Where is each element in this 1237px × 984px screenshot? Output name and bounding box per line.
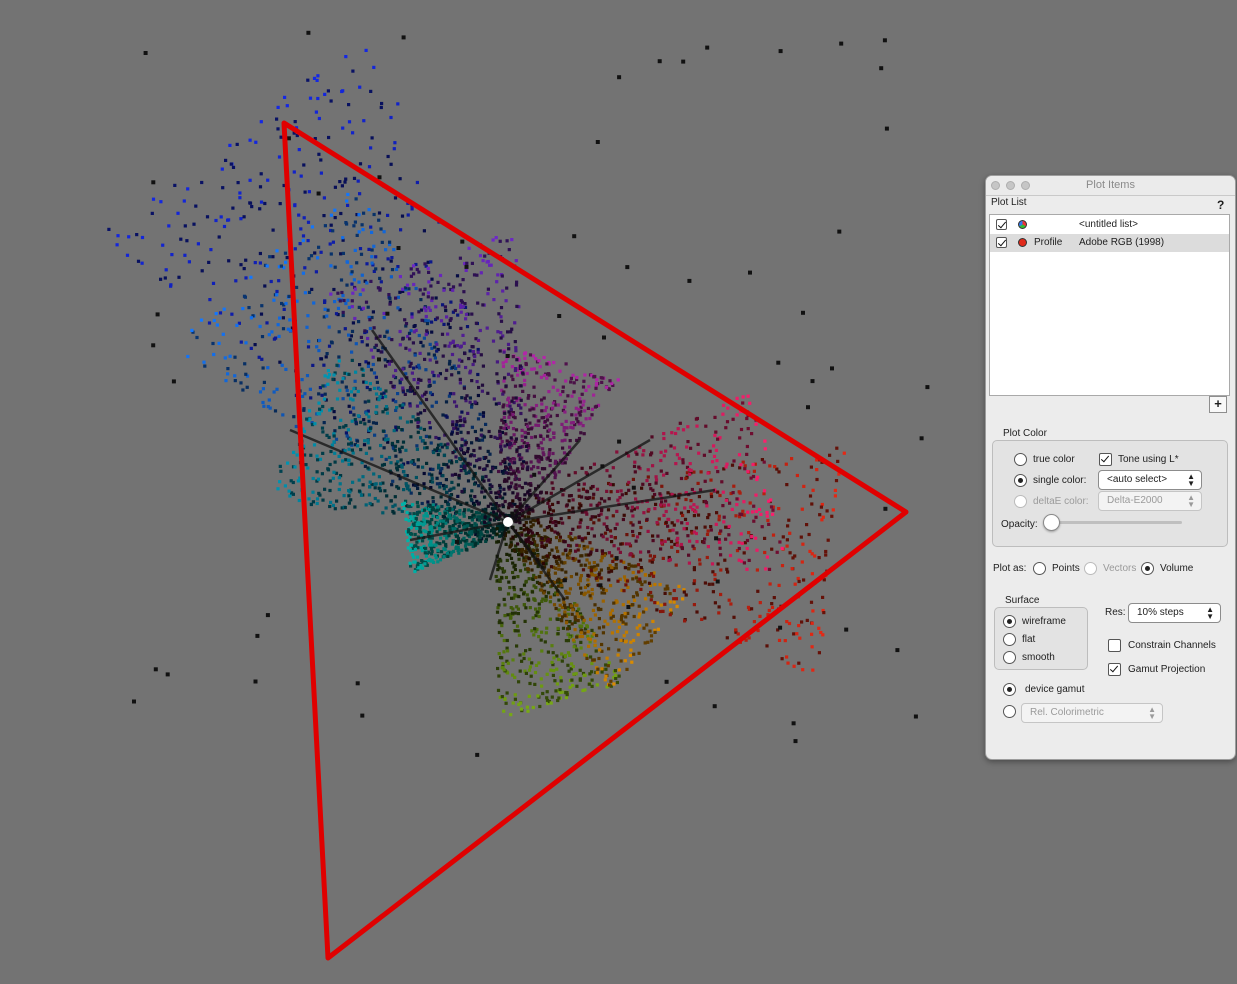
true-color-radio[interactable]: [1014, 453, 1027, 466]
deltae-color-select[interactable]: Delta-E2000 ▲ ▼: [1098, 491, 1202, 511]
help-button[interactable]: ?: [1217, 198, 1224, 212]
res-label: Res:: [1105, 607, 1126, 618]
title-bar[interactable]: Plot Items: [986, 176, 1235, 196]
chevron-updown-icon: ▲ ▼: [1187, 472, 1195, 488]
rendering-intent-select[interactable]: Rel. Colorimetric ▲ ▼: [1021, 703, 1163, 723]
gamut-projection-checkbox[interactable]: [1108, 663, 1121, 676]
deltae-color-radio[interactable]: [1014, 495, 1027, 508]
plot-items-panel: Plot Items Plot List ? <untitled list> P…: [985, 175, 1236, 760]
chevron-updown-icon: ▲ ▼: [1187, 493, 1195, 509]
gamut-plot-view[interactable]: [0, 0, 985, 984]
red-swatch-icon: [1018, 238, 1027, 247]
rendering-intent-select-value: Rel. Colorimetric: [1030, 707, 1104, 718]
constrain-channels-checkbox[interactable]: [1108, 639, 1121, 652]
deltae-color-label: deltaE color:: [1033, 496, 1089, 507]
gamut-outline: [281, 120, 909, 961]
surface-flat-label: flat: [1022, 634, 1036, 645]
opacity-label: Opacity:: [1001, 519, 1038, 530]
chevron-updown-icon: ▲ ▼: [1206, 605, 1214, 621]
surface-flat-radio[interactable]: [1003, 633, 1016, 646]
single-color-select[interactable]: <auto select> ▲ ▼: [1098, 470, 1202, 490]
plot-as-vectors-label: Vectors: [1103, 563, 1137, 574]
surface-wireframe-label: wireframe: [1022, 616, 1066, 627]
gamut-projection-label: Gamut Projection: [1128, 664, 1206, 675]
res-select-value: 10% steps: [1137, 607, 1184, 618]
single-color-label: single color:: [1033, 475, 1087, 486]
opacity-slider-track[interactable]: [1048, 521, 1182, 524]
plot-as-vectors-radio[interactable]: [1084, 562, 1097, 575]
add-plot-item-button[interactable]: +: [1209, 396, 1227, 413]
surface-smooth-radio[interactable]: [1003, 651, 1016, 664]
constrain-channels-label: Constrain Channels: [1128, 640, 1216, 651]
true-color-label: true color: [1033, 454, 1075, 465]
tone-using-l-checkbox[interactable]: [1099, 453, 1112, 466]
white-point-marker: [503, 517, 513, 527]
res-select[interactable]: 10% steps ▲ ▼: [1128, 603, 1221, 623]
device-gamut-radio[interactable]: [1003, 683, 1016, 696]
plot-as-points-radio[interactable]: [1033, 562, 1046, 575]
multicolor-swatch-icon: [1018, 220, 1027, 229]
list-item-type: Profile: [1034, 237, 1063, 248]
plot-as-points-label: Points: [1052, 563, 1080, 574]
list-item-checkbox[interactable]: [996, 237, 1007, 248]
single-color-select-value: <auto select>: [1107, 474, 1168, 485]
rendering-intent-radio[interactable]: [1003, 705, 1016, 718]
list-item[interactable]: Profile Adobe RGB (1998): [990, 234, 1229, 252]
window-title: Plot Items: [1086, 179, 1135, 191]
list-item-name: <untitled list>: [1079, 219, 1138, 230]
plot-color-heading: Plot Color: [1003, 428, 1047, 439]
tone-using-l-label: Tone using L*: [1118, 454, 1179, 465]
list-item-checkbox[interactable]: [996, 219, 1007, 230]
surface-wireframe-radio[interactable]: [1003, 615, 1016, 628]
surface-smooth-label: smooth: [1022, 652, 1055, 663]
deltae-color-select-value: Delta-E2000: [1107, 495, 1163, 506]
plot-as-label: Plot as:: [993, 563, 1027, 574]
plot-list[interactable]: <untitled list> Profile Adobe RGB (1998): [989, 214, 1230, 396]
list-item[interactable]: <untitled list>: [990, 216, 1229, 234]
color-scatter-points: [107, 30, 930, 757]
device-gamut-label: device gamut: [1025, 684, 1085, 695]
chevron-updown-icon: ▲ ▼: [1148, 705, 1156, 721]
plot-list-heading: Plot List: [991, 197, 1027, 208]
plot-as-volume-radio[interactable]: [1141, 562, 1154, 575]
single-color-radio[interactable]: [1014, 474, 1027, 487]
plot-as-volume-label: Volume: [1160, 563, 1194, 574]
opacity-slider-knob[interactable]: [1043, 514, 1060, 531]
surface-heading: Surface: [1005, 595, 1040, 606]
list-item-name: Adobe RGB (1998): [1079, 237, 1165, 248]
